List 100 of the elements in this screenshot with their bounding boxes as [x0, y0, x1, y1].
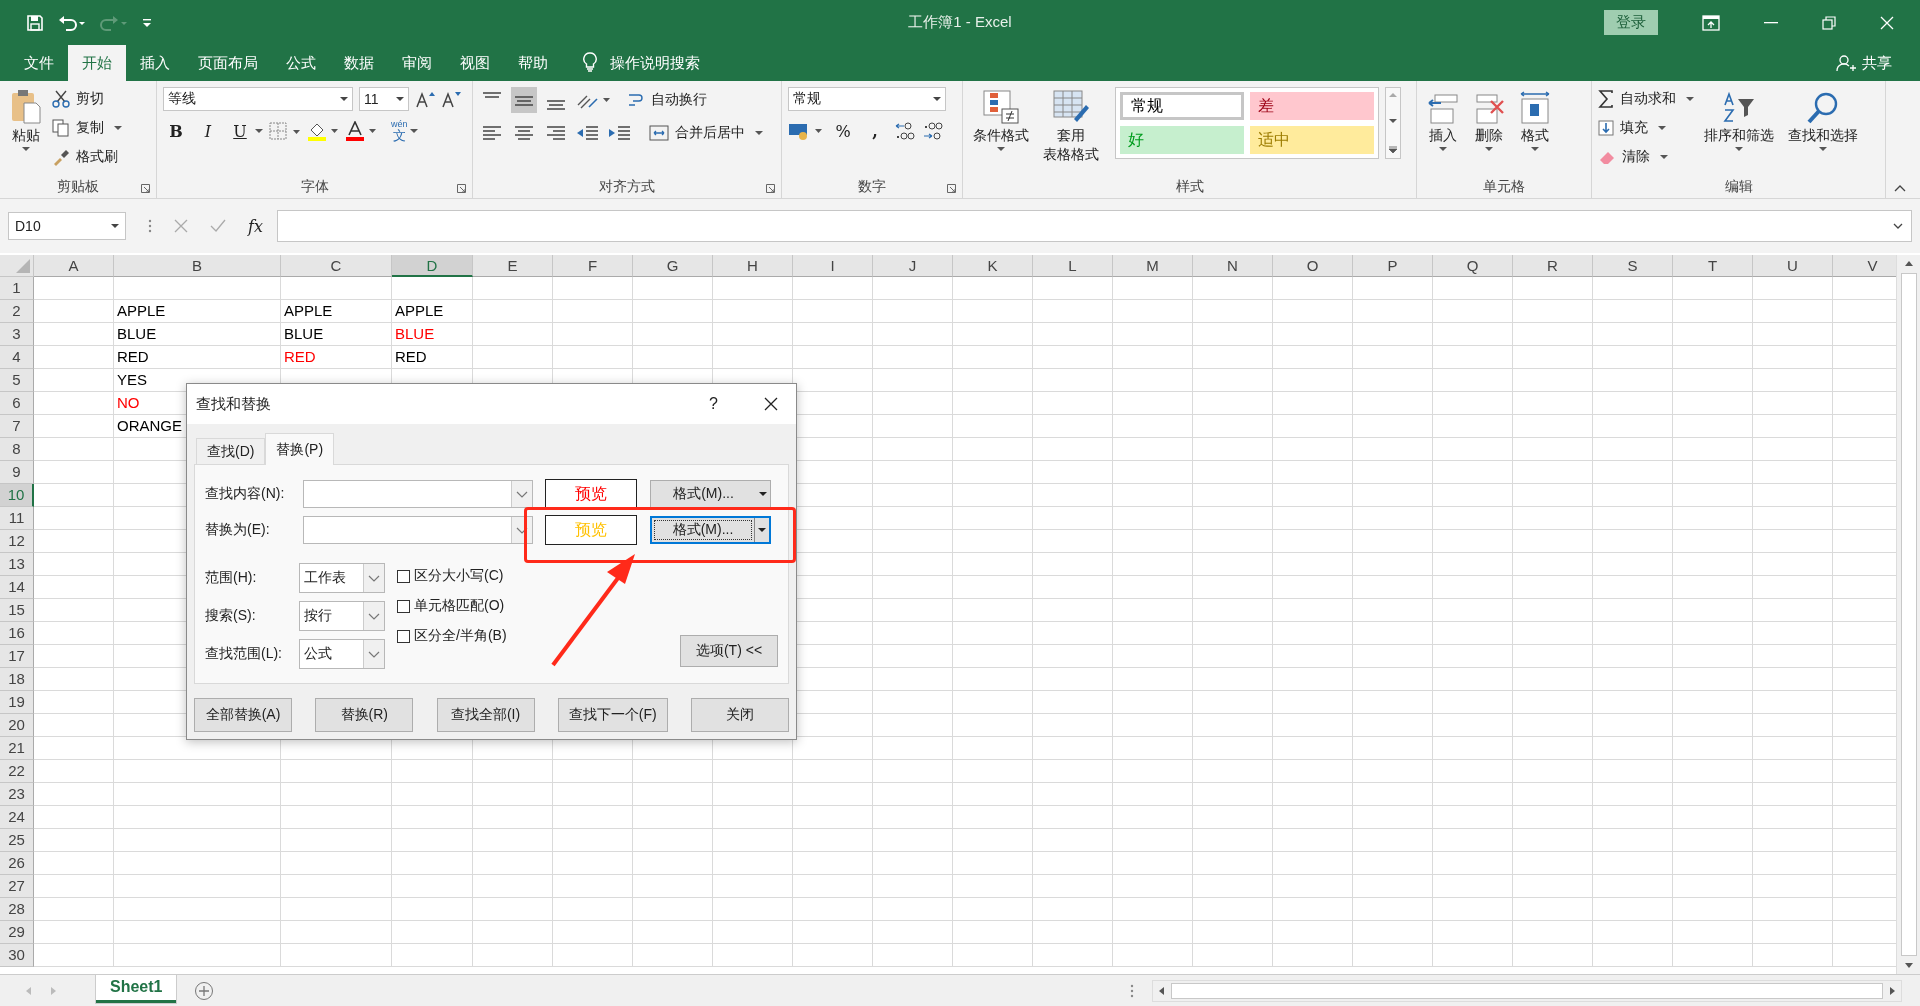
tell-me-search[interactable]: 操作说明搜索 — [610, 45, 700, 81]
column-header[interactable]: G — [633, 255, 713, 277]
delete-cells-button[interactable]: 删除 — [1469, 87, 1509, 154]
dropdown[interactable]: 公式 — [299, 639, 385, 669]
accounting-format-icon[interactable] — [788, 121, 824, 141]
row-header[interactable]: 26 — [0, 852, 34, 875]
dialog-button[interactable]: 查找全部(I) — [436, 698, 535, 732]
row-header[interactable]: 13 — [0, 553, 34, 576]
scroll-thumb[interactable] — [1171, 982, 1883, 999]
format-painter-button[interactable]: 格式刷 — [52, 145, 122, 169]
column-header[interactable]: C — [281, 255, 392, 277]
dropdown[interactable]: 按行 — [299, 601, 385, 631]
dialog-button[interactable]: 查找下一个(F) — [557, 698, 668, 732]
row-header[interactable]: 19 — [0, 691, 34, 714]
font-size-field[interactable]: 11 — [359, 87, 409, 111]
fill-button[interactable]: 填充 — [1598, 116, 1694, 140]
insert-function-button[interactable]: fx — [248, 216, 263, 236]
menu-tab[interactable]: 公式 — [272, 45, 330, 81]
down-arrow-icon[interactable] — [1389, 119, 1397, 124]
dialog-launcher-icon[interactable] — [457, 184, 466, 193]
save-icon[interactable] — [26, 13, 44, 32]
dialog-button[interactable]: 关闭 — [690, 698, 789, 732]
more-icon[interactable] — [1389, 146, 1397, 154]
chevron-down-icon[interactable] — [368, 650, 380, 658]
row-header[interactable]: 20 — [0, 714, 34, 737]
increase-decimal-icon[interactable] — [894, 121, 916, 141]
menu-tab[interactable]: 视图 — [446, 45, 504, 81]
ribbon-display-icon[interactable] — [1702, 14, 1720, 31]
row-header[interactable]: 2 — [0, 300, 34, 323]
dialog-button[interactable]: 全部替换(A) — [194, 698, 292, 732]
underline-button[interactable]: U — [227, 119, 253, 143]
paste-button[interactable]: 粘贴 — [6, 87, 46, 154]
sheet-tab[interactable]: Sheet1 — [96, 974, 177, 1003]
merge-center-button[interactable]: 合并后居中 — [649, 121, 763, 145]
text-field[interactable] — [303, 516, 533, 544]
menu-tab[interactable]: 页面布局 — [184, 45, 272, 81]
find-select-button[interactable]: 查找和选择 — [1784, 87, 1862, 154]
row-header[interactable]: 9 — [0, 461, 34, 484]
italic-button[interactable]: I — [195, 119, 221, 143]
menu-tab[interactable]: 开始 — [68, 45, 126, 81]
row-header[interactable]: 25 — [0, 829, 34, 852]
gallery-scrollbar[interactable] — [1385, 87, 1401, 159]
column-header[interactable]: S — [1593, 255, 1673, 277]
dialog-button[interactable]: 替换(R) — [315, 698, 414, 732]
caret-icon[interactable] — [409, 128, 418, 134]
fill-color-icon[interactable] — [307, 121, 339, 141]
align-middle-icon[interactable] — [511, 87, 537, 113]
cell-style[interactable]: 差 — [1250, 92, 1374, 120]
row-header[interactable]: 16 — [0, 622, 34, 645]
login-button[interactable]: 登录 — [1604, 10, 1658, 35]
horizontal-scrollbar[interactable] — [1152, 979, 1902, 1002]
comma-button[interactable]: , — [862, 119, 888, 143]
column-header[interactable]: L — [1033, 255, 1113, 277]
left-arrow-icon[interactable] — [1157, 985, 1165, 996]
cell-style[interactable]: 常规 — [1120, 92, 1244, 120]
undo-icon[interactable] — [58, 13, 86, 32]
dialog-launcher-icon[interactable] — [141, 184, 150, 193]
row-header[interactable]: 11 — [0, 507, 34, 530]
row-header[interactable]: 28 — [0, 898, 34, 921]
row-header[interactable]: 17 — [0, 645, 34, 668]
column-header[interactable]: E — [473, 255, 553, 277]
column-header[interactable]: M — [1113, 255, 1193, 277]
wrap-text-button[interactable]: 自动换行 — [627, 88, 707, 112]
row-header[interactable]: 15 — [0, 599, 34, 622]
row-header[interactable]: 5 — [0, 369, 34, 392]
row-header[interactable]: 6 — [0, 392, 34, 415]
column-header[interactable]: A — [34, 255, 114, 277]
expand-icon[interactable] — [1893, 223, 1903, 229]
checkbox[interactable]: 区分大小写(C) — [397, 567, 507, 585]
add-sheet-icon[interactable] — [194, 980, 215, 1001]
restore-icon[interactable] — [1822, 15, 1836, 30]
column-header[interactable]: O — [1273, 255, 1353, 277]
caret-icon[interactable] — [255, 128, 263, 134]
chevron-down-icon[interactable] — [368, 612, 380, 620]
customize-icon[interactable] — [142, 16, 152, 29]
number-format-field[interactable]: 常规 — [788, 87, 946, 111]
cut-button[interactable]: 剪切 — [52, 87, 122, 111]
row-header[interactable]: 14 — [0, 576, 34, 599]
column-header[interactable]: N — [1193, 255, 1273, 277]
chevron-down-icon[interactable] — [516, 490, 528, 498]
checkbox[interactable]: 区分全/半角(B) — [397, 627, 507, 645]
caret-icon[interactable] — [759, 491, 767, 497]
menu-tab[interactable]: 帮助 — [504, 45, 562, 81]
column-header[interactable]: U — [1753, 255, 1833, 277]
row-header[interactable]: 29 — [0, 921, 34, 944]
column-header[interactable]: J — [873, 255, 953, 277]
grow-font-icon[interactable] — [415, 90, 435, 108]
row-header[interactable]: 23 — [0, 783, 34, 806]
insert-cells-button[interactable]: 插入 — [1423, 87, 1463, 154]
font-color-icon[interactable] — [345, 121, 377, 141]
row-header[interactable]: 30 — [0, 944, 34, 967]
increase-indent-icon[interactable] — [607, 123, 633, 143]
font-name-field[interactable]: 等线 — [163, 87, 353, 111]
checkbox[interactable]: 单元格匹配(O) — [397, 597, 507, 615]
name-box[interactable]: D10 — [8, 212, 126, 240]
column-header[interactable]: R — [1513, 255, 1593, 277]
row-header[interactable]: 18 — [0, 668, 34, 691]
row-header[interactable]: 7 — [0, 415, 34, 438]
row-header[interactable]: 27 — [0, 875, 34, 898]
down-arrow-icon[interactable] — [1903, 962, 1914, 970]
